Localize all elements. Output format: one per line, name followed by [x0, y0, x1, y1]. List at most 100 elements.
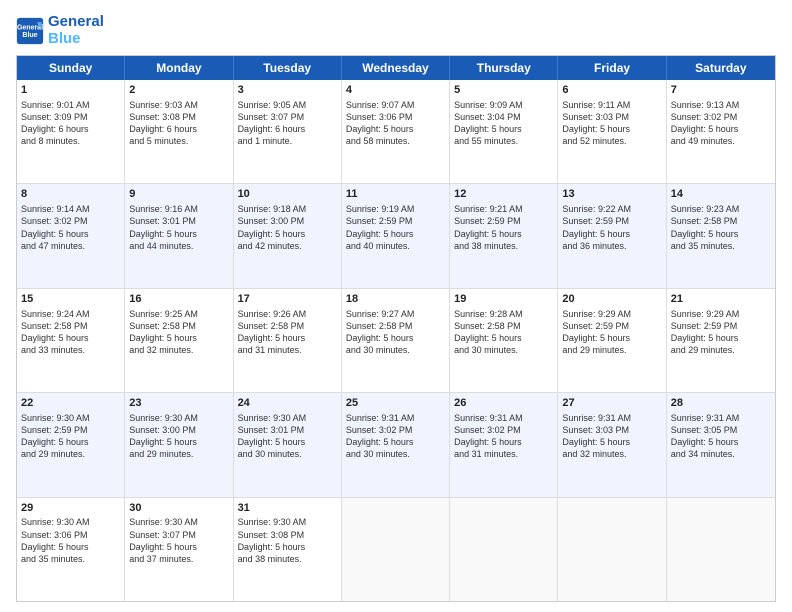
day-number: 15	[21, 292, 120, 307]
day-number: 16	[129, 292, 228, 307]
day-info: Sunset: 3:09 PM	[21, 111, 120, 123]
day-info: and 31 minutes.	[238, 344, 337, 356]
svg-text:Blue: Blue	[22, 32, 37, 39]
calendar-row-3: 15Sunrise: 9:24 AMSunset: 2:58 PMDayligh…	[17, 288, 775, 392]
day-info: Sunset: 3:02 PM	[346, 424, 445, 436]
calendar-cell: 24Sunrise: 9:30 AMSunset: 3:01 PMDayligh…	[234, 393, 342, 496]
day-info: Sunset: 3:04 PM	[454, 111, 553, 123]
calendar-cell: 10Sunrise: 9:18 AMSunset: 3:00 PMDayligh…	[234, 184, 342, 287]
day-info: and 40 minutes.	[346, 240, 445, 252]
day-info: Sunset: 2:59 PM	[21, 424, 120, 436]
calendar-cell: 2Sunrise: 9:03 AMSunset: 3:08 PMDaylight…	[125, 80, 233, 183]
day-number: 14	[671, 187, 771, 202]
calendar-cell: 19Sunrise: 9:28 AMSunset: 2:58 PMDayligh…	[450, 289, 558, 392]
day-info: and 44 minutes.	[129, 240, 228, 252]
day-info: Daylight: 5 hours	[562, 123, 661, 135]
calendar-row-2: 8Sunrise: 9:14 AMSunset: 3:02 PMDaylight…	[17, 183, 775, 287]
calendar-cell: 13Sunrise: 9:22 AMSunset: 2:59 PMDayligh…	[558, 184, 666, 287]
day-info: Daylight: 6 hours	[21, 123, 120, 135]
day-info: and 52 minutes.	[562, 135, 661, 147]
day-number: 22	[21, 396, 120, 411]
day-info: Daylight: 5 hours	[671, 228, 771, 240]
calendar-cell: 23Sunrise: 9:30 AMSunset: 3:00 PMDayligh…	[125, 393, 233, 496]
calendar-cell: 12Sunrise: 9:21 AMSunset: 2:59 PMDayligh…	[450, 184, 558, 287]
day-info: Sunset: 3:02 PM	[671, 111, 771, 123]
day-info: Daylight: 5 hours	[346, 123, 445, 135]
calendar-cell: 27Sunrise: 9:31 AMSunset: 3:03 PMDayligh…	[558, 393, 666, 496]
logo-text: GeneralBlue	[48, 14, 104, 47]
day-info: Sunrise: 9:22 AM	[562, 203, 661, 215]
day-info: Sunrise: 9:07 AM	[346, 99, 445, 111]
calendar-cell: 16Sunrise: 9:25 AMSunset: 2:58 PMDayligh…	[125, 289, 233, 392]
day-info: Sunrise: 9:28 AM	[454, 308, 553, 320]
day-info: Sunset: 2:58 PM	[21, 320, 120, 332]
day-info: and 1 minute.	[238, 135, 337, 147]
day-info: Sunrise: 9:09 AM	[454, 99, 553, 111]
calendar-cell	[667, 498, 775, 601]
day-info: Sunset: 2:59 PM	[454, 215, 553, 227]
day-info: Sunrise: 9:31 AM	[454, 412, 553, 424]
header-day-wednesday: Wednesday	[342, 56, 450, 80]
day-info: and 30 minutes.	[454, 344, 553, 356]
day-info: Sunrise: 9:23 AM	[671, 203, 771, 215]
day-info: Daylight: 5 hours	[129, 228, 228, 240]
day-info: Sunset: 3:00 PM	[238, 215, 337, 227]
day-number: 30	[129, 501, 228, 516]
day-info: Sunrise: 9:30 AM	[238, 412, 337, 424]
day-info: Sunrise: 9:16 AM	[129, 203, 228, 215]
header: General Blue GeneralBlue	[16, 14, 776, 47]
calendar-cell: 20Sunrise: 9:29 AMSunset: 2:59 PMDayligh…	[558, 289, 666, 392]
day-info: Daylight: 5 hours	[238, 332, 337, 344]
day-number: 13	[562, 187, 661, 202]
day-number: 27	[562, 396, 661, 411]
day-info: and 31 minutes.	[454, 448, 553, 460]
day-info: and 30 minutes.	[346, 448, 445, 460]
day-info: and 49 minutes.	[671, 135, 771, 147]
day-info: Daylight: 6 hours	[238, 123, 337, 135]
day-info: Sunset: 3:06 PM	[21, 529, 120, 541]
day-info: Daylight: 5 hours	[454, 123, 553, 135]
day-info: Sunset: 3:00 PM	[129, 424, 228, 436]
day-info: Daylight: 5 hours	[21, 228, 120, 240]
day-info: Sunset: 2:59 PM	[562, 215, 661, 227]
day-info: Sunrise: 9:30 AM	[129, 412, 228, 424]
calendar-cell: 3Sunrise: 9:05 AMSunset: 3:07 PMDaylight…	[234, 80, 342, 183]
day-info: Sunset: 3:06 PM	[346, 111, 445, 123]
day-info: and 32 minutes.	[129, 344, 228, 356]
day-info: Daylight: 5 hours	[346, 436, 445, 448]
calendar-cell	[450, 498, 558, 601]
day-info: Sunrise: 9:13 AM	[671, 99, 771, 111]
day-info: Daylight: 5 hours	[238, 228, 337, 240]
day-number: 10	[238, 187, 337, 202]
day-info: Sunrise: 9:31 AM	[671, 412, 771, 424]
calendar-cell: 30Sunrise: 9:30 AMSunset: 3:07 PMDayligh…	[125, 498, 233, 601]
day-info: Sunset: 2:59 PM	[562, 320, 661, 332]
day-info: Sunrise: 9:21 AM	[454, 203, 553, 215]
day-info: and 42 minutes.	[238, 240, 337, 252]
calendar-cell: 15Sunrise: 9:24 AMSunset: 2:58 PMDayligh…	[17, 289, 125, 392]
day-number: 20	[562, 292, 661, 307]
day-info: Daylight: 5 hours	[21, 436, 120, 448]
day-info: Sunrise: 9:26 AM	[238, 308, 337, 320]
logo-icon: General Blue	[16, 17, 44, 45]
day-info: and 8 minutes.	[21, 135, 120, 147]
day-info: Sunset: 3:01 PM	[129, 215, 228, 227]
day-info: Daylight: 6 hours	[129, 123, 228, 135]
calendar-cell	[558, 498, 666, 601]
day-number: 28	[671, 396, 771, 411]
day-info: Sunset: 3:03 PM	[562, 111, 661, 123]
day-info: and 37 minutes.	[129, 553, 228, 565]
calendar-cell: 17Sunrise: 9:26 AMSunset: 2:58 PMDayligh…	[234, 289, 342, 392]
day-info: and 47 minutes.	[21, 240, 120, 252]
day-info: and 35 minutes.	[21, 553, 120, 565]
calendar-row-4: 22Sunrise: 9:30 AMSunset: 2:59 PMDayligh…	[17, 392, 775, 496]
day-info: Sunset: 2:59 PM	[346, 215, 445, 227]
day-info: and 55 minutes.	[454, 135, 553, 147]
day-info: Sunrise: 9:29 AM	[562, 308, 661, 320]
calendar-cell: 25Sunrise: 9:31 AMSunset: 3:02 PMDayligh…	[342, 393, 450, 496]
day-info: Sunrise: 9:18 AM	[238, 203, 337, 215]
day-info: Daylight: 5 hours	[562, 332, 661, 344]
header-day-tuesday: Tuesday	[234, 56, 342, 80]
day-info: Daylight: 5 hours	[21, 332, 120, 344]
calendar-cell: 18Sunrise: 9:27 AMSunset: 2:58 PMDayligh…	[342, 289, 450, 392]
